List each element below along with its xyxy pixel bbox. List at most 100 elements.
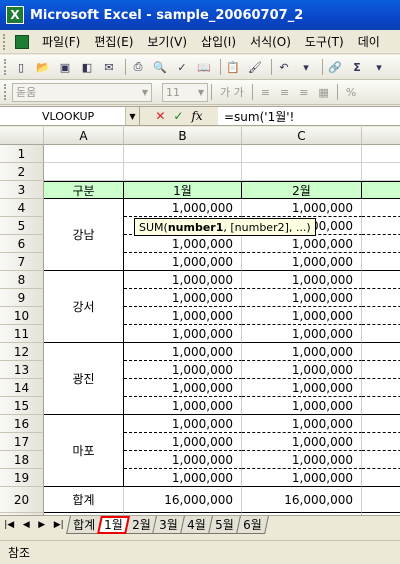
value-cell-next[interactable] <box>362 289 400 307</box>
total-cell-feb[interactable]: 16,000,000 <box>242 487 362 513</box>
value-cell-next[interactable] <box>362 397 400 415</box>
spelling-icon[interactable]: ✓ <box>173 58 191 76</box>
value-cell-next[interactable] <box>362 415 400 433</box>
region-cell[interactable]: 마포 <box>44 415 124 487</box>
select-all-corner[interactable] <box>0 127 44 145</box>
region-cell[interactable]: 강서 <box>44 271 124 343</box>
align-left-icon[interactable]: ≡ <box>261 86 270 99</box>
value-cell-jan[interactable]: 1,000,000 <box>124 253 242 271</box>
save-icon[interactable]: ▣ <box>56 58 74 76</box>
chevron-down-icon[interactable]: ▼ <box>125 107 139 125</box>
workbook-icon[interactable] <box>15 34 29 49</box>
row-header-20[interactable]: 20 <box>0 487 44 513</box>
header-cell-feb[interactable]: 2월 <box>242 181 362 199</box>
print-preview-icon[interactable]: 🔍 <box>151 58 169 76</box>
value-cell-next[interactable] <box>362 469 400 487</box>
total-cell-next[interactable]: 1( <box>362 487 400 513</box>
align-right-icon[interactable]: ≡ <box>299 86 308 99</box>
value-cell-jan[interactable]: 1,000,000 <box>124 397 242 415</box>
value-cell-next[interactable] <box>362 451 400 469</box>
value-cell-feb[interactable]: 1,000,000 <box>242 343 362 361</box>
toolbar-grip[interactable] <box>4 59 8 75</box>
value-cell-jan[interactable]: 1,000,000 <box>124 235 242 253</box>
permission-icon[interactable]: ◧ <box>78 58 96 76</box>
value-cell-feb[interactable]: 1,000,000 <box>242 235 362 253</box>
row-header-11[interactable]: 11 <box>0 325 44 343</box>
column-header-b[interactable]: B <box>124 127 242 145</box>
value-cell-feb[interactable]: 1,000,000 <box>242 415 362 433</box>
value-cell-feb[interactable]: 1,000,000 <box>242 253 362 271</box>
value-cell-feb[interactable]: 1,000,000 <box>242 397 362 415</box>
row-header-9[interactable]: 9 <box>0 289 44 307</box>
row-header-17[interactable]: 17 <box>0 433 44 451</box>
autosum-dropdown-icon[interactable]: ▾ <box>370 58 388 76</box>
value-cell-jan[interactable]: 1,000,000 <box>124 199 242 217</box>
total-label-cell[interactable]: 합계 <box>44 487 124 513</box>
menu-file[interactable]: 파일(F) <box>35 33 87 50</box>
hyperlink-icon[interactable]: 🔗 <box>326 58 344 76</box>
value-cell-next[interactable] <box>362 325 400 343</box>
row-header-4[interactable]: 4 <box>0 199 44 217</box>
value-cell-jan[interactable]: 1,000,000 <box>124 469 242 487</box>
value-cell-jan[interactable]: 1,000,000 <box>124 379 242 397</box>
value-cell-next[interactable] <box>362 433 400 451</box>
value-cell-feb[interactable]: 1,000,000 <box>242 451 362 469</box>
value-cell-feb[interactable]: 1,000,000 <box>242 271 362 289</box>
value-cell-next[interactable] <box>362 235 400 253</box>
row-header-2[interactable]: 2 <box>0 163 44 181</box>
total-cell-jan[interactable]: 16,000,000 <box>124 487 242 513</box>
excel-app-icon[interactable]: X <box>6 6 24 24</box>
column-header-a[interactable]: A <box>44 127 124 145</box>
value-cell-next[interactable] <box>362 199 400 217</box>
value-cell-jan[interactable]: 1,000,000 <box>124 433 242 451</box>
row-header-3[interactable]: 3 <box>0 181 44 199</box>
value-cell-feb[interactable]: 1,000,000 <box>242 199 362 217</box>
menu-format[interactable]: 서식(O) <box>243 33 298 50</box>
sheet-tab-7[interactable]: 6월 <box>235 516 269 534</box>
value-cell-jan[interactable]: 1,000,000 <box>124 325 242 343</box>
research-icon[interactable]: 📖 <box>195 58 213 76</box>
row-header-16[interactable]: 16 <box>0 415 44 433</box>
toolbar-grip[interactable] <box>4 84 8 100</box>
redo-icon[interactable]: ▾ <box>297 58 315 76</box>
cancel-icon[interactable]: ✕ <box>155 109 165 123</box>
value-cell-feb[interactable]: 1,000,000 <box>242 433 362 451</box>
prev-sheet-icon[interactable]: ◀ <box>23 520 30 530</box>
align-center-icon[interactable]: ≡ <box>280 86 289 99</box>
header-cell-next[interactable] <box>362 181 400 199</box>
menu-tools[interactable]: 도구(T) <box>298 33 351 50</box>
value-cell-jan[interactable]: 1,000,000 <box>124 451 242 469</box>
font-name-select[interactable]: 돋움 ▼ <box>12 82 152 102</box>
cell-empty[interactable] <box>124 145 242 163</box>
undo-icon[interactable]: ↶ <box>275 58 293 76</box>
column-header-d[interactable] <box>362 127 400 145</box>
cell-empty[interactable] <box>242 163 362 181</box>
value-cell-next[interactable] <box>362 307 400 325</box>
value-cell-feb[interactable]: 1,000,000 <box>242 289 362 307</box>
enter-icon[interactable]: ✓ <box>173 109 183 123</box>
value-cell-next[interactable] <box>362 361 400 379</box>
first-sheet-icon[interactable]: |◀ <box>4 520 14 530</box>
value-cell-jan[interactable]: 1,000,000 <box>124 343 242 361</box>
row-header-5[interactable]: 5 <box>0 217 44 235</box>
row-header-15[interactable]: 15 <box>0 397 44 415</box>
value-cell-next[interactable] <box>362 217 400 235</box>
value-cell-jan[interactable]: 1,000,000 <box>124 271 242 289</box>
last-sheet-icon[interactable]: ▶| <box>54 520 64 530</box>
email-icon[interactable]: ✉ <box>100 58 118 76</box>
row-header-6[interactable]: 6 <box>0 235 44 253</box>
name-box[interactable]: VLOOKUP ▼ <box>0 107 140 125</box>
value-cell-feb[interactable]: 1,000,000 <box>242 469 362 487</box>
cell-empty[interactable] <box>362 163 400 181</box>
value-cell-jan[interactable]: 1,000,000 <box>124 415 242 433</box>
header-cell-jan[interactable]: 1월 <box>124 181 242 199</box>
chevron-down-icon[interactable]: ▼ <box>195 84 207 101</box>
value-cell-feb[interactable]: 1,000,000 <box>242 361 362 379</box>
row-header-7[interactable]: 7 <box>0 253 44 271</box>
cell-empty[interactable] <box>242 145 362 163</box>
font-size-select[interactable]: 11 ▼ <box>162 82 208 102</box>
region-cell[interactable]: 광진 <box>44 343 124 415</box>
region-cell[interactable]: 강남 <box>44 199 124 271</box>
cell-empty[interactable] <box>124 163 242 181</box>
value-cell-feb[interactable]: 1,000,000 <box>242 379 362 397</box>
